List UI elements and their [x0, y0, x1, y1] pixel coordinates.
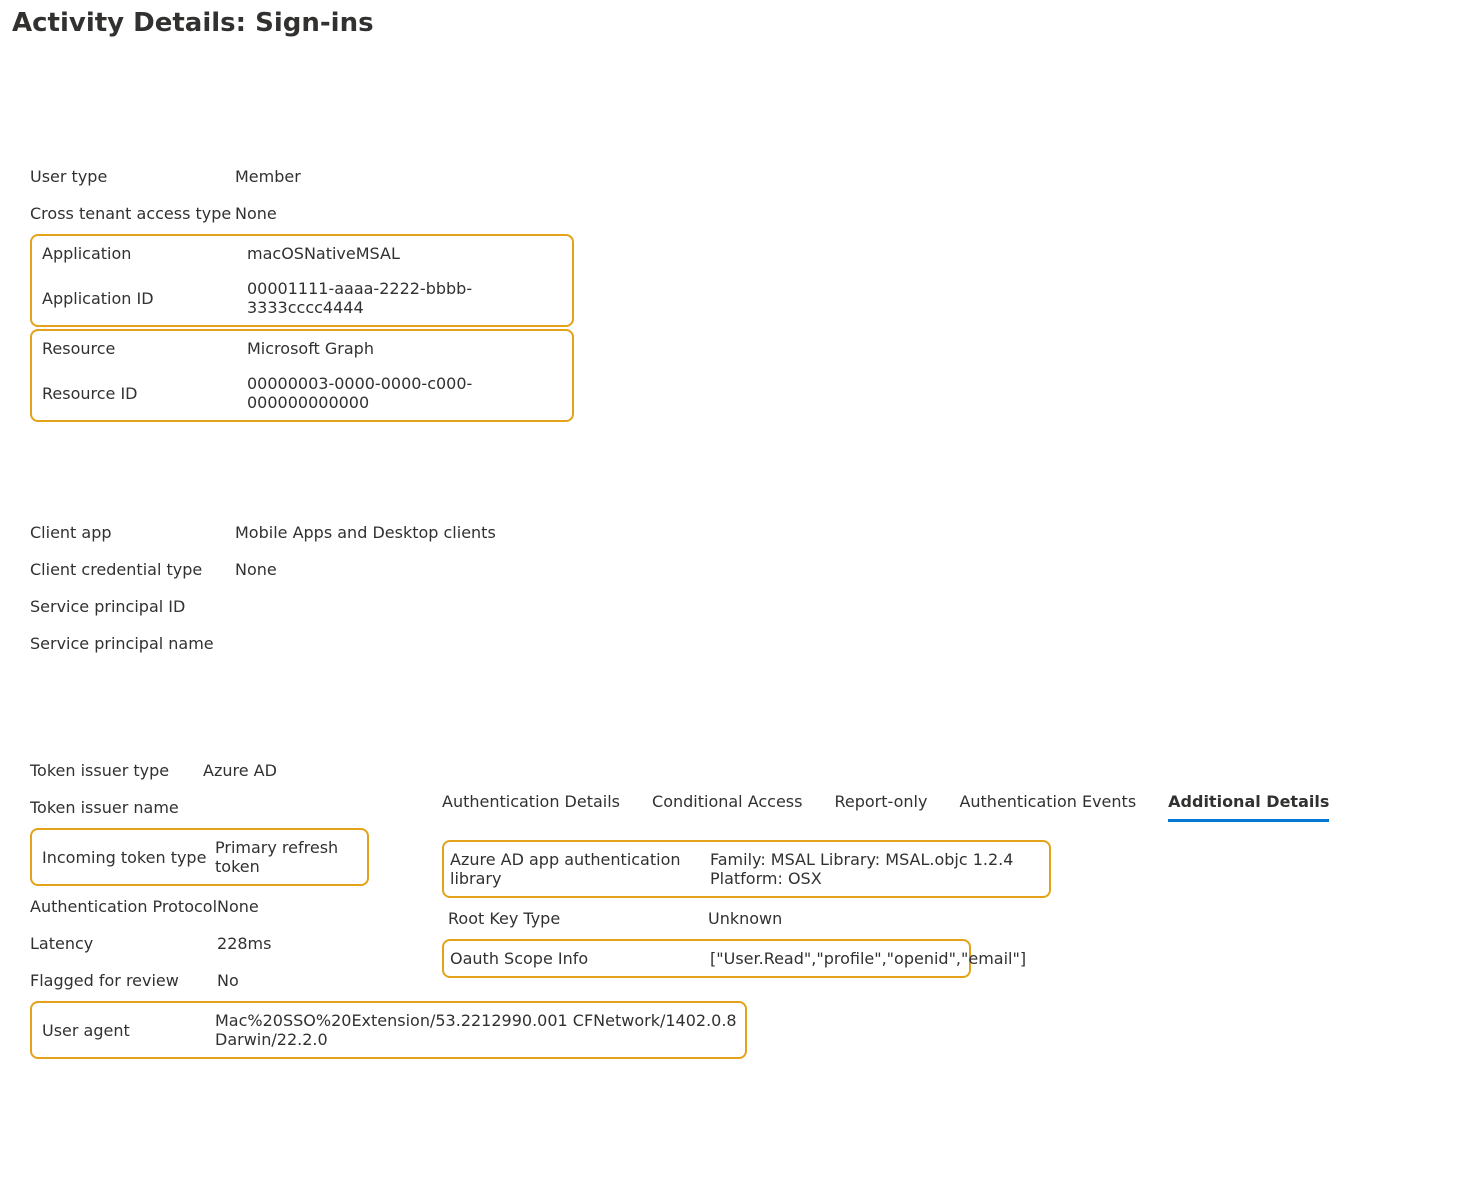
label-client-app: Client app [30, 514, 235, 551]
highlight-user-agent: User agent Mac%20SSO%20Extension/53.2212… [30, 1001, 747, 1059]
kv-token-a: Token issuer type Azure AD Token issuer … [30, 752, 277, 826]
label-user-type: User type [30, 158, 235, 195]
value-auth-protocol: None [217, 888, 271, 925]
highlight-resource: Resource Microsoft Graph Resource ID 000… [30, 329, 574, 422]
row-token-issuer-type: Token issuer type Azure AD [30, 752, 277, 789]
row-token-issuer-name: Token issuer name [30, 789, 277, 826]
row-service-principal-id: Service principal ID [30, 588, 496, 625]
row-client-app: Client app Mobile Apps and Desktop clien… [30, 514, 496, 551]
label-service-principal-id: Service principal ID [30, 588, 235, 625]
tab-additional-details[interactable]: Additional Details [1168, 792, 1329, 822]
highlight-auth-library: Azure AD app authentication library Fami… [442, 840, 1051, 898]
value-incoming-token-type: Primary refresh token [215, 830, 367, 884]
label-incoming-token-type: Incoming token type [32, 830, 215, 884]
kv-top: User type Member Cross tenant access typ… [30, 158, 301, 232]
highlight-application: Application macOSNativeMSAL Application … [30, 234, 574, 327]
tab-authentication-events[interactable]: Authentication Events [959, 792, 1136, 822]
value-resource-id: 00000003-0000-0000-c000-000000000000 [247, 366, 572, 420]
highlight-oauth-scope: Oauth Scope Info ["User.Read","profile",… [442, 939, 971, 978]
value-application: macOSNativeMSAL [247, 236, 572, 271]
label-flagged: Flagged for review [30, 962, 217, 999]
label-oauth-scope: Oauth Scope Info [444, 941, 700, 976]
kv-client: Client app Mobile Apps and Desktop clien… [30, 514, 496, 662]
value-auth-library: Family: MSAL Library: MSAL.objc 1.2.4 Pl… [700, 842, 1049, 896]
row-service-principal-name: Service principal name [30, 625, 496, 662]
value-service-principal-id [235, 588, 496, 625]
label-user-agent: User agent [32, 1003, 215, 1057]
value-token-issuer-name [203, 789, 277, 826]
value-client-app: Mobile Apps and Desktop clients [235, 514, 496, 551]
value-client-credential-type: None [235, 551, 496, 588]
row-application-id: Application ID 00001111-aaaa-2222-bbbb-3… [32, 271, 572, 325]
label-cross-tenant: Cross tenant access type [30, 195, 235, 232]
row-resource: Resource Microsoft Graph [32, 331, 572, 366]
row-client-credential-type: Client credential type None [30, 551, 496, 588]
label-token-issuer-type: Token issuer type [30, 752, 203, 789]
row-cross-tenant: Cross tenant access type None [30, 195, 301, 232]
row-auth-protocol: Authentication Protocol None [30, 888, 271, 925]
label-root-key-type: Root Key Type [442, 900, 698, 937]
label-application: Application [32, 236, 247, 271]
label-resource-id: Resource ID [32, 366, 247, 420]
row-incoming-token-type: Incoming token type Primary refresh toke… [32, 830, 367, 884]
label-auth-protocol: Authentication Protocol [30, 888, 217, 925]
label-client-credential-type: Client credential type [30, 551, 235, 588]
row-flagged: Flagged for review No [30, 962, 271, 999]
row-root-key-type: Root Key Type Unknown [442, 900, 1466, 937]
tab-report-only[interactable]: Report-only [834, 792, 927, 822]
label-latency: Latency [30, 925, 217, 962]
row-user-type: User type Member [30, 158, 301, 195]
additional-details-panel: Azure AD app authentication library Fami… [442, 840, 1466, 978]
row-user-agent: User agent Mac%20SSO%20Extension/53.2212… [32, 1003, 745, 1057]
value-service-principal-name [235, 625, 496, 662]
value-root-key-type: Unknown [698, 900, 792, 937]
row-application: Application macOSNativeMSAL [32, 236, 572, 271]
label-resource: Resource [32, 331, 247, 366]
row-latency: Latency 228ms [30, 925, 271, 962]
tab-conditional-access[interactable]: Conditional Access [652, 792, 802, 822]
value-token-issuer-type: Azure AD [203, 752, 277, 789]
row-resource-id: Resource ID 00000003-0000-0000-c000-0000… [32, 366, 572, 420]
label-token-issuer-name: Token issuer name [30, 789, 203, 826]
tab-authentication-details[interactable]: Authentication Details [442, 792, 620, 822]
label-auth-library: Azure AD app authentication library [444, 842, 700, 896]
value-cross-tenant: None [235, 195, 301, 232]
value-flagged: No [217, 962, 271, 999]
value-oauth-scope: ["User.Read","profile","openid","email"] [700, 941, 1036, 976]
value-user-agent: Mac%20SSO%20Extension/53.2212990.001 CFN… [215, 1003, 745, 1057]
value-user-type: Member [235, 158, 301, 195]
highlight-incoming-token-type: Incoming token type Primary refresh toke… [30, 828, 369, 886]
label-application-id: Application ID [32, 271, 247, 325]
value-resource: Microsoft Graph [247, 331, 572, 366]
value-application-id: 00001111-aaaa-2222-bbbb-3333cccc4444 [247, 271, 572, 325]
tab-strip: Authentication Details Conditional Acces… [442, 792, 1466, 822]
label-service-principal-name: Service principal name [30, 625, 235, 662]
page-title: Activity Details: Sign-ins [12, 8, 1466, 38]
kv-token-b: Authentication Protocol None Latency 228… [30, 888, 271, 999]
value-latency: 228ms [217, 925, 271, 962]
